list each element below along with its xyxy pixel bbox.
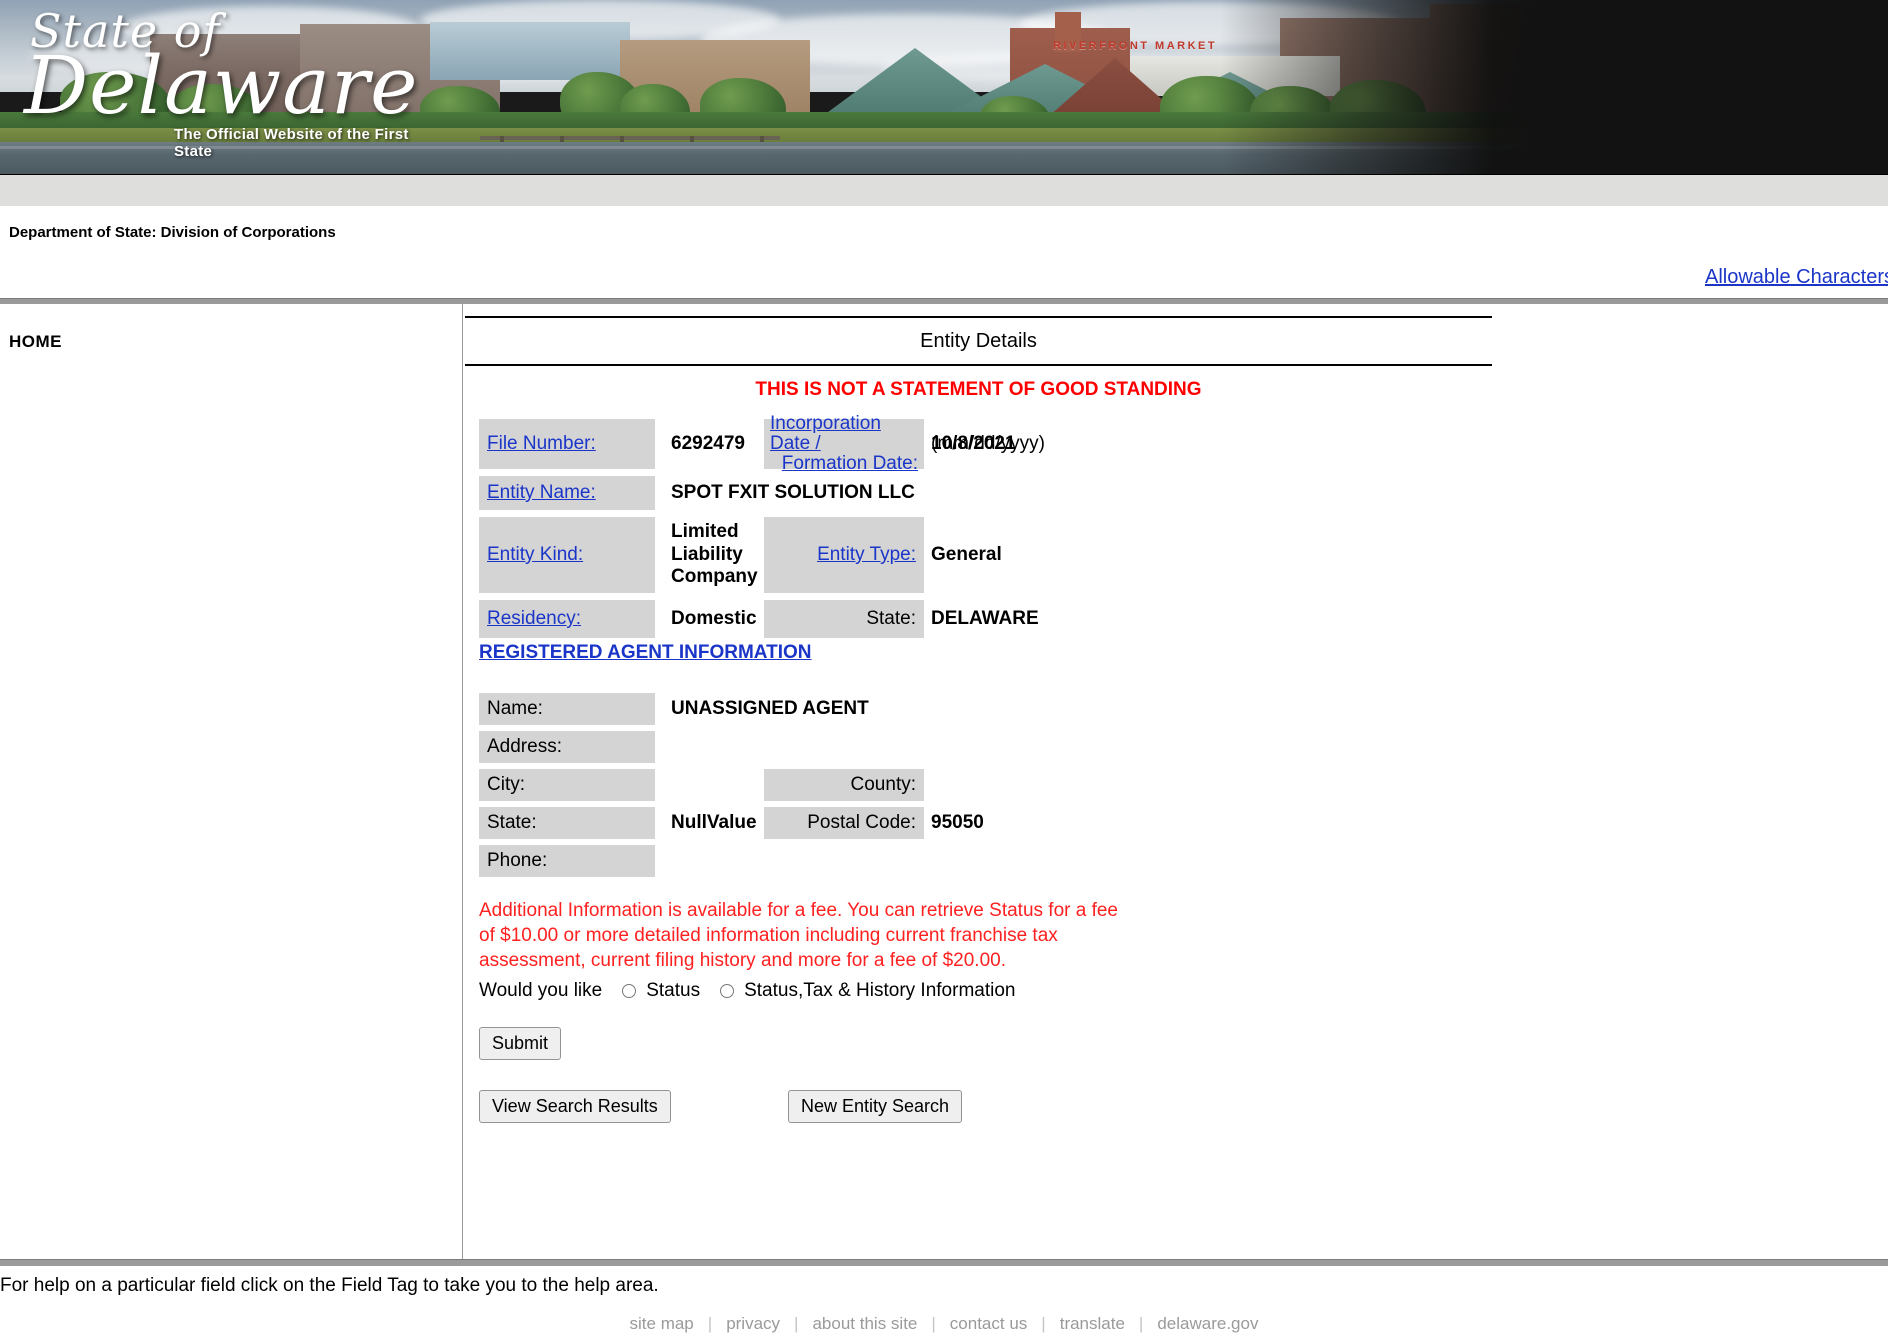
allowable-characters-link[interactable]: Allowable Characters <box>1705 266 1888 289</box>
agent-county-value <box>931 769 1231 801</box>
left-navigation-panel: HOME <box>0 304 463 1259</box>
submit-button[interactable]: Submit <box>479 1027 562 1060</box>
entity-details-header: Entity Details <box>465 316 1492 366</box>
residency-label[interactable]: Residency: <box>479 600 655 638</box>
radio-status-tax-history[interactable] <box>720 984 735 998</box>
radio-status[interactable] <box>622 984 637 998</box>
footer-divider-rule <box>0 1259 1888 1266</box>
file-number-value: 6292479 <box>671 433 745 454</box>
view-search-results-button[interactable]: View Search Results <box>479 1090 671 1123</box>
footer-link-translate[interactable]: translate <box>1046 1314 1139 1334</box>
table-row: Name: UNASSIGNED AGENT <box>479 693 1479 725</box>
good-standing-warning: THIS IS NOT A STATEMENT OF GOOD STANDING <box>755 379 1202 400</box>
footer-link-site-map[interactable]: site map <box>616 1314 708 1334</box>
page-title: Department of State: Division of Corpora… <box>9 224 336 241</box>
entity-details-title: Entity Details <box>920 329 1037 352</box>
radio-status-tax-history-label[interactable]: Status,Tax & History Information <box>744 980 1015 1002</box>
logo-tagline: The Official Website of the First State <box>174 126 409 160</box>
table-row: File Number: 6292479 Incorporation Date … <box>479 414 1479 473</box>
agent-name-value: UNASSIGNED AGENT <box>671 698 869 719</box>
entity-kind-value: Limited Liability Company <box>671 517 767 593</box>
state-label: State: <box>764 600 924 638</box>
table-row: Address: <box>479 731 1479 763</box>
entity-name-label[interactable]: Entity Name: <box>479 476 655 510</box>
agent-postal-value: 95050 <box>931 812 984 833</box>
banner-fade-overlay <box>1220 0 1540 174</box>
footer-help-text: For help on a particular field click on … <box>0 1275 659 1296</box>
riverfront-market-sign: RIVERFRONT MARKET <box>1053 40 1218 52</box>
agent-state-label: State: <box>479 807 655 839</box>
delaware-logo: State of Delaware The Official Website o… <box>24 8 444 160</box>
entity-details-table: File Number: 6292479 Incorporation Date … <box>479 414 1479 645</box>
department-bar: Department of State: Division of Corpora… <box>0 206 1888 264</box>
table-row: Phone: <box>479 845 1479 877</box>
agent-address-label: Address: <box>479 731 655 763</box>
incorporation-date-label-line2: Formation Date: <box>781 452 918 474</box>
registered-agent-information-heading[interactable]: REGISTERED AGENT INFORMATION <box>479 642 812 664</box>
fee-notice: Additional Information is available for … <box>479 900 1118 972</box>
would-you-like-label: Would you like <box>479 980 603 1001</box>
table-row: Residency: Domestic State: DELAWARE <box>479 600 1479 638</box>
footer-link-privacy[interactable]: privacy <box>712 1314 794 1334</box>
entity-type-label[interactable]: Entity Type: <box>764 517 924 593</box>
main-region: HOME Entity Details THIS IS NOT A STATEM… <box>0 304 1888 1259</box>
registered-agent-table: Name: UNASSIGNED AGENT Address: City: Co… <box>479 693 1479 883</box>
header-gray-strip <box>0 174 1888 206</box>
agent-phone-label: Phone: <box>479 845 655 877</box>
incorporation-date-label-line1: Incorporation Date / <box>770 413 881 455</box>
incorporation-date-label[interactable]: Incorporation Date / Formation Date: <box>764 414 924 473</box>
entity-kind-label[interactable]: Entity Kind: <box>479 517 655 593</box>
footer-link-delaware-gov[interactable]: delaware.gov <box>1143 1314 1272 1334</box>
entity-kind-value-line1: Limited <box>671 521 739 543</box>
entity-kind-value-line2: Liability <box>671 543 743 565</box>
table-row: Entity Kind: Limited Liability Company E… <box>479 517 1479 593</box>
agent-postal-label: Postal Code: <box>764 807 924 839</box>
state-value: DELAWARE <box>931 608 1039 629</box>
agent-city-label: City: <box>479 769 655 801</box>
new-entity-search-button[interactable]: New Entity Search <box>788 1090 963 1123</box>
incorporation-date-value-group: 10/8/2021 (mm/dd/yyyy) <box>931 419 1291 469</box>
agent-name-label: Name: <box>479 693 655 725</box>
logo-line-delaware: Delaware <box>24 39 419 132</box>
agent-county-label: County: <box>764 769 924 801</box>
sidebar-item-home[interactable]: HOME <box>9 332 62 352</box>
incorporation-date-format: (mm/dd/yyyy) <box>931 433 1045 454</box>
entity-kind-value-line3: Company <box>671 566 758 588</box>
entity-name-value: SPOT FXIT SOLUTION LLC <box>671 482 915 503</box>
allowable-characters-row: Allowable Characters <box>0 264 1888 298</box>
table-row: State: NullValue Postal Code: 95050 <box>479 807 1479 839</box>
footer-links: site map | privacy | about this site | c… <box>0 1304 1888 1335</box>
footer-help-area: For help on a particular field click on … <box>0 1266 1888 1304</box>
file-number-label[interactable]: File Number: <box>479 419 655 469</box>
footer-link-about-this-site[interactable]: about this site <box>798 1314 931 1334</box>
table-row: City: County: <box>479 769 1479 801</box>
site-banner: RIVERFRONT MARKET State of Delaware The … <box>0 0 1888 174</box>
entity-type-value: General <box>931 544 1002 565</box>
agent-phone-value <box>671 845 1091 877</box>
additional-info-selector: Would you like Status Status,Tax & Histo… <box>479 980 1015 1002</box>
banner-dark-fill <box>1540 0 1888 174</box>
entity-details-content: Entity Details THIS IS NOT A STATEMENT O… <box>463 304 1888 1259</box>
footer-link-contact-us[interactable]: contact us <box>936 1314 1042 1334</box>
table-row: Entity Name: SPOT FXIT SOLUTION LLC <box>479 476 1479 510</box>
agent-address-value <box>671 731 1091 763</box>
dock <box>480 136 780 140</box>
radio-status-label[interactable]: Status <box>646 980 700 1002</box>
